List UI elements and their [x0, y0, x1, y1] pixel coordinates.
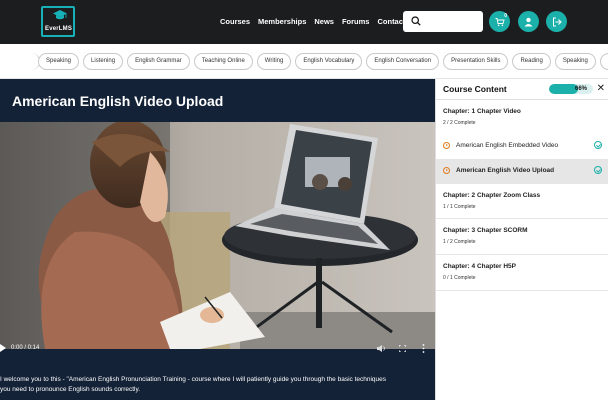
lesson-title: American English Video Upload	[12, 93, 224, 109]
video-player[interactable]	[0, 122, 435, 349]
tag-partial[interactable]	[0, 53, 40, 70]
lesson-item[interactable]: American English Embedded Video	[436, 134, 608, 158]
site-logo[interactable]: EverLMS	[41, 6, 75, 37]
nav-memberships[interactable]: Memberships	[258, 17, 306, 26]
category-tags-bar: Speaking Listening English Grammar Teach…	[0, 44, 608, 79]
chapter-3[interactable]: Chapter: 3 Chapter SCORM 1 / 2 Complete	[436, 219, 608, 255]
check-circle-icon	[594, 166, 602, 174]
graduation-cap-icon	[53, 10, 67, 20]
chapter-name: Chapter: 4 Chapter H5P	[443, 263, 516, 270]
tag-presentation-skills[interactable]: Presentation Skills	[443, 53, 509, 70]
lesson-item-active[interactable]: American English Video Upload	[436, 159, 608, 183]
chapter-1[interactable]: Chapter: 1 Chapter Video 2 / 2 Complete	[436, 100, 608, 134]
nav-forums[interactable]: Forums	[342, 17, 370, 26]
logout-icon	[552, 17, 562, 26]
chapter-name: Chapter: 2 Chapter Zoom Class	[443, 192, 541, 199]
sidebar-header: Course Content 66% ✕	[436, 79, 608, 100]
tag-listening[interactable]: Listening	[83, 53, 124, 70]
tag-teaching-online[interactable]: Teaching Online	[193, 53, 253, 70]
course-progress-bar: 66%	[549, 84, 593, 94]
play-icon[interactable]	[0, 344, 7, 352]
tag-speaking-2[interactable]: Speaking	[554, 53, 596, 70]
main-nav: Courses Memberships News Forums Contact …	[220, 17, 417, 26]
tag-english-vocabulary[interactable]: English Vocabulary	[295, 53, 363, 70]
logo-text: EverLMS	[45, 26, 73, 32]
tag-track: Speaking Listening English Grammar Teach…	[38, 53, 608, 70]
chapter-status: 0 / 1 Complete	[443, 275, 476, 281]
description-line: you need to pronounce English sounds cor…	[0, 386, 141, 393]
cart-button[interactable]: 0	[489, 11, 510, 32]
nav-courses[interactable]: Courses	[220, 17, 250, 26]
check-circle-icon	[594, 141, 602, 149]
chapter-status: 1 / 1 Complete	[443, 204, 476, 210]
lesson-panel: American English Video Upload 0:00 / 0:1…	[0, 79, 435, 400]
search-icon	[411, 16, 421, 26]
lesson-description: I welcome you to this - "American Englis…	[0, 375, 435, 395]
tag-english-conversation[interactable]: English Conversation	[366, 53, 440, 70]
course-content-sidebar: Course Content 66% ✕ Chapter: 1 Chapter …	[435, 79, 608, 400]
tag-speaking[interactable]: Speaking	[38, 53, 80, 70]
tag-listening-partial[interactable]: Liste	[599, 53, 608, 70]
video-time: 0:00 / 0:14	[11, 345, 40, 351]
chapter-name: Chapter: 3 Chapter SCORM	[443, 227, 528, 234]
cart-badge: 0	[504, 13, 507, 19]
progress-fill	[549, 84, 579, 94]
cart-icon	[495, 17, 505, 26]
play-circle-icon	[443, 167, 450, 174]
nav-news[interactable]: News	[314, 17, 334, 26]
progress-label: 66%	[574, 85, 587, 92]
chapter-status: 1 / 2 Complete	[443, 239, 476, 245]
video-frame-image	[0, 122, 435, 349]
chapter-4[interactable]: Chapter: 4 Chapter H5P 0 / 1 Complete	[436, 255, 608, 291]
video-controls: 0:00 / 0:14	[0, 337, 435, 353]
more-options-icon[interactable]	[422, 344, 425, 353]
search-input[interactable]	[403, 11, 483, 32]
tag-english-grammar[interactable]: English Grammar	[127, 53, 190, 70]
fullscreen-icon[interactable]	[399, 345, 406, 352]
play-circle-icon	[443, 142, 450, 149]
logout-button[interactable]	[546, 11, 567, 32]
lesson-name: American English Embedded Video	[456, 142, 559, 149]
user-icon	[524, 17, 533, 26]
sidebar-title: Course Content	[443, 84, 507, 94]
tag-reading[interactable]: Reading	[512, 53, 551, 70]
chapter-name: Chapter: 1 Chapter Video	[443, 108, 521, 115]
lesson-name: American English Video Upload	[456, 167, 555, 174]
chapter-2[interactable]: Chapter: 2 Chapter Zoom Class 1 / 1 Comp…	[436, 184, 608, 219]
tag-writing[interactable]: Writing	[256, 53, 292, 70]
description-line: I welcome you to this - "American Englis…	[0, 376, 387, 383]
close-icon[interactable]: ✕	[597, 83, 605, 94]
account-button[interactable]	[518, 11, 539, 32]
chapter-status: 2 / 2 Complete	[443, 120, 476, 126]
site-header: EverLMS Courses Memberships News Forums …	[0, 0, 608, 44]
volume-icon[interactable]	[377, 345, 386, 352]
